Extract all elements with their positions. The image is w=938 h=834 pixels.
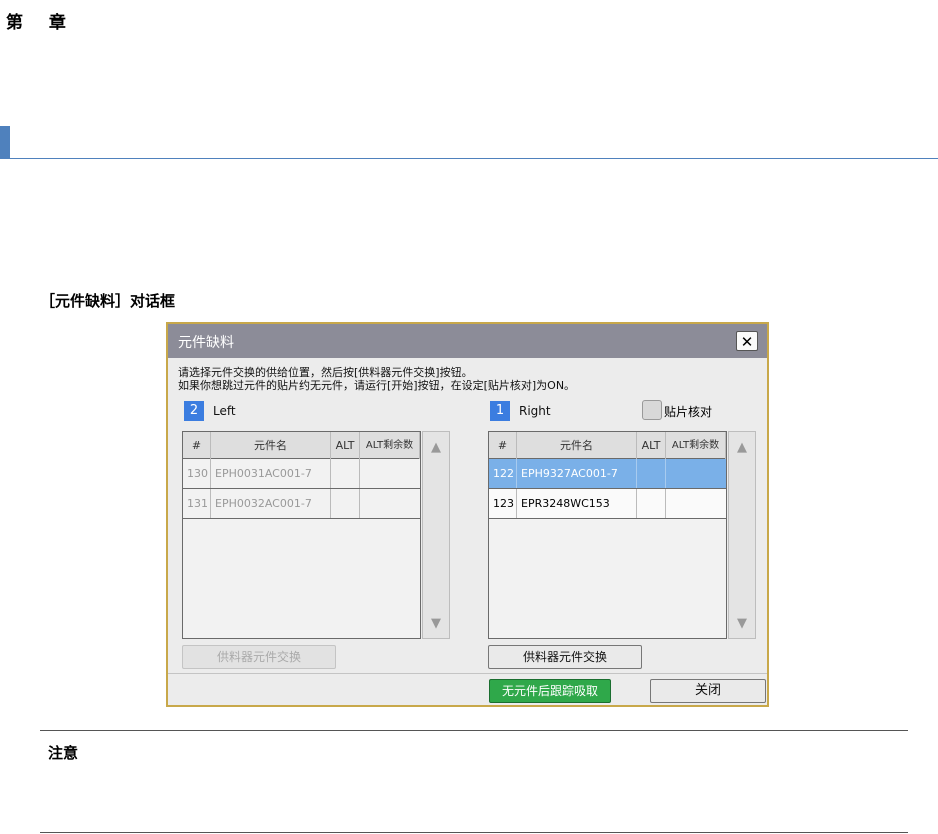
left-feeder-exchange-button[interactable]: 供料器元件交换 bbox=[182, 645, 336, 669]
row-alt bbox=[637, 489, 666, 518]
arrow-down-icon[interactable]: ▼ bbox=[423, 616, 449, 631]
row-number: 122 bbox=[489, 459, 517, 488]
close-button[interactable]: ✕ bbox=[736, 331, 758, 351]
column-header-alt-remaining: ALT剩余数 bbox=[360, 432, 420, 459]
close-icon: ✕ bbox=[740, 333, 754, 351]
left-head-badge: 2 bbox=[184, 401, 204, 421]
column-header-number: # bbox=[489, 432, 517, 459]
figure-caption: ［元件缺料］对话框 bbox=[40, 292, 176, 310]
right-feeder-exchange-button[interactable]: 供料器元件交换 bbox=[488, 645, 642, 669]
row-alt bbox=[331, 489, 360, 518]
arrow-down-icon[interactable]: ▼ bbox=[729, 616, 755, 631]
row-alt-remaining bbox=[666, 489, 726, 518]
dialog-message-line1: 请选择元件交换的供给位置，然后按[供料器元件交换]按钮。 bbox=[178, 366, 473, 379]
arrow-up-icon[interactable]: ▲ bbox=[729, 440, 755, 455]
placement-check-label: 贴片核对 bbox=[664, 405, 713, 419]
section-accent-bar bbox=[0, 126, 10, 159]
dialog-message-line2: 如果你想跳过元件的贴片约无元件，请运行[开始]按钮，在设定[贴片核对]为ON。 bbox=[178, 379, 576, 392]
column-header-part-name: 元件名 bbox=[211, 432, 331, 459]
row-number: 130 bbox=[183, 459, 211, 488]
left-part-table: # 元件名 ALT ALT剩余数 130 EPH0031AC001-7 131 … bbox=[182, 431, 421, 639]
dialog-title: 元件缺料 bbox=[178, 335, 234, 351]
column-header-number: # bbox=[183, 432, 211, 459]
right-head-badge: 1 bbox=[490, 401, 510, 421]
column-header-alt: ALT bbox=[331, 432, 360, 459]
part-shortage-dialog: 元件缺料 ✕ 请选择元件交换的供给位置，然后按[供料器元件交换]按钮。 如果你想… bbox=[166, 322, 769, 707]
row-part-name: EPH9327AC001-7 bbox=[517, 459, 637, 488]
right-part-table: # 元件名 ALT ALT剩余数 122 EPH9327AC001-7 123 … bbox=[488, 431, 727, 639]
row-alt bbox=[331, 459, 360, 488]
track-pickup-button[interactable]: 无元件后跟踪吸取 bbox=[489, 679, 611, 703]
row-number: 131 bbox=[183, 489, 211, 518]
close-dialog-button[interactable]: 关闭 bbox=[650, 679, 766, 703]
note-title: 注意 bbox=[48, 744, 79, 762]
row-alt-remaining bbox=[666, 459, 726, 488]
left-scrollbar[interactable]: ▲ ▼ bbox=[422, 431, 450, 639]
section-divider bbox=[0, 158, 938, 159]
table-header: # 元件名 ALT ALT剩余数 bbox=[183, 432, 420, 459]
row-alt bbox=[637, 459, 666, 488]
note-top-rule bbox=[40, 730, 908, 731]
row-part-name: EPH0031AC001-7 bbox=[211, 459, 331, 488]
table-header: # 元件名 ALT ALT剩余数 bbox=[489, 432, 726, 459]
left-panel-label: Left bbox=[213, 404, 236, 418]
arrow-up-icon[interactable]: ▲ bbox=[423, 440, 449, 455]
table-row[interactable]: 123 EPR3248WC153 bbox=[489, 489, 726, 519]
placement-check-checkbox[interactable] bbox=[642, 400, 662, 420]
column-header-alt: ALT bbox=[637, 432, 666, 459]
row-part-name: EPH0032AC001-7 bbox=[211, 489, 331, 518]
table-row[interactable]: 130 EPH0031AC001-7 bbox=[183, 459, 420, 489]
row-alt-remaining bbox=[360, 489, 420, 518]
right-panel-label: Right bbox=[519, 404, 551, 418]
chapter-heading: 第 章 bbox=[6, 13, 76, 33]
note-bottom-rule bbox=[40, 832, 908, 833]
row-number: 123 bbox=[489, 489, 517, 518]
column-header-part-name: 元件名 bbox=[517, 432, 637, 459]
table-row[interactable]: 131 EPH0032AC001-7 bbox=[183, 489, 420, 519]
table-row[interactable]: 122 EPH9327AC001-7 bbox=[489, 459, 726, 489]
dialog-titlebar: 元件缺料 ✕ bbox=[168, 324, 767, 358]
row-part-name: EPR3248WC153 bbox=[517, 489, 637, 518]
column-header-alt-remaining: ALT剩余数 bbox=[666, 432, 726, 459]
footer-divider bbox=[168, 673, 767, 674]
right-scrollbar[interactable]: ▲ ▼ bbox=[728, 431, 756, 639]
row-alt-remaining bbox=[360, 459, 420, 488]
